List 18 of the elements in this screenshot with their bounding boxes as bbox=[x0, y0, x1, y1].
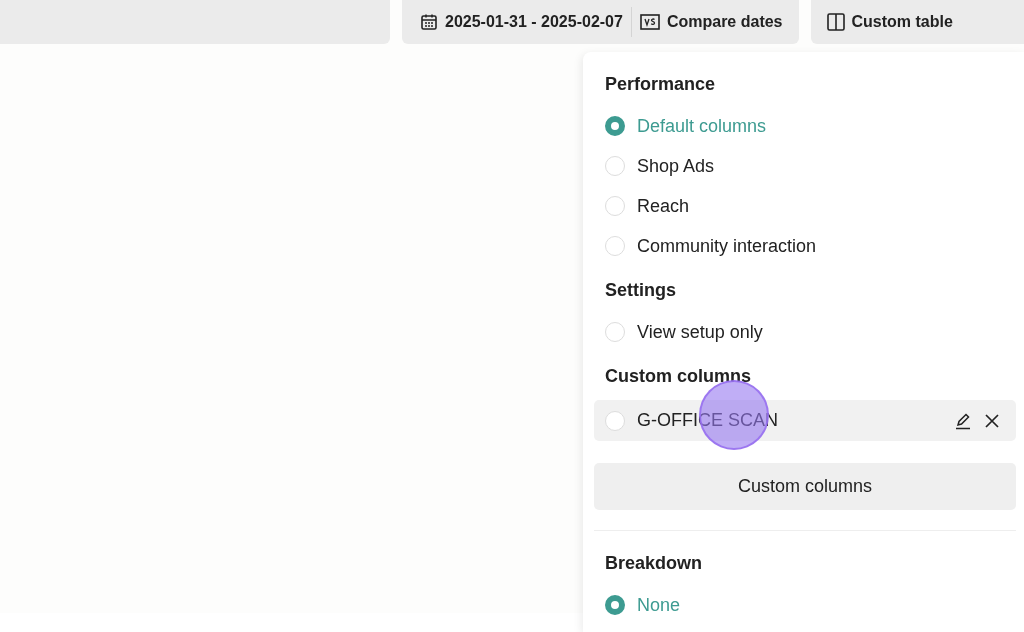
option-label[interactable]: Shop Ads bbox=[637, 155, 715, 177]
edit-icon[interactable] bbox=[954, 411, 972, 430]
custom-columns-button[interactable]: Custom columns bbox=[594, 463, 1016, 510]
option-label[interactable]: View setup only bbox=[637, 321, 763, 343]
section-title: Breakdown bbox=[605, 553, 704, 575]
calendar-icon bbox=[420, 13, 438, 31]
columns-icon bbox=[826, 13, 845, 31]
radio-button[interactable] bbox=[605, 116, 625, 136]
section-title: Performance bbox=[605, 74, 717, 96]
section-title: Custom columns bbox=[605, 366, 752, 388]
vs-icon bbox=[639, 14, 660, 30]
option-label[interactable]: Community interaction bbox=[637, 235, 817, 257]
close-icon[interactable] bbox=[984, 412, 1000, 429]
radio-button[interactable] bbox=[605, 595, 625, 615]
option-label[interactable]: Default columns bbox=[637, 115, 767, 137]
option-label[interactable]: Reach bbox=[637, 195, 690, 217]
custom-table-button[interactable]: Custom table bbox=[810, 0, 1024, 44]
section-title: Settings bbox=[605, 280, 677, 302]
